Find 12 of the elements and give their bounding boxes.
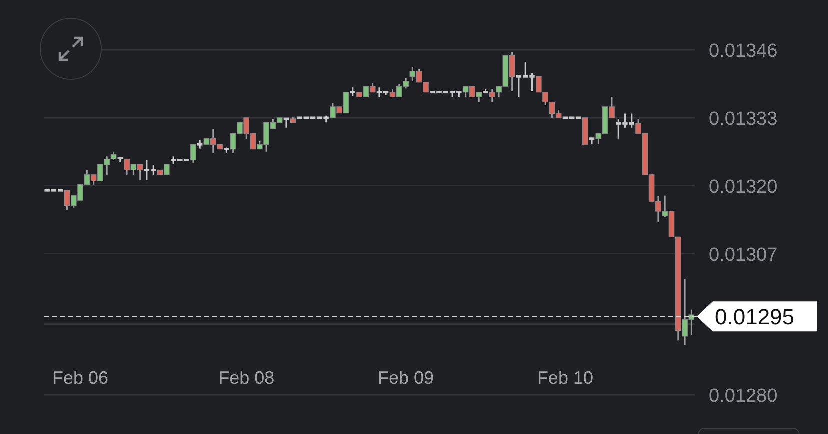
x-axis-label: Feb 09 — [378, 368, 434, 388]
x-axis-label: Feb 08 — [218, 368, 275, 388]
x-axis-label: Feb 10 — [537, 368, 594, 388]
x-axis-label: Feb 06 — [52, 368, 109, 388]
ref-line-label: 0.01295 — [715, 304, 795, 330]
y-axis-label: 0.01320 — [709, 176, 778, 198]
y-axis-label: 0.01280 — [709, 386, 778, 407]
y-axis-label: 0.01307 — [709, 244, 778, 266]
y-axis-label: 0.01333 — [709, 108, 778, 130]
expand-icon — [57, 35, 85, 63]
y-axis-label: 0.01346 — [709, 41, 778, 62]
current-price-tag: 0.01295 — [697, 302, 817, 332]
